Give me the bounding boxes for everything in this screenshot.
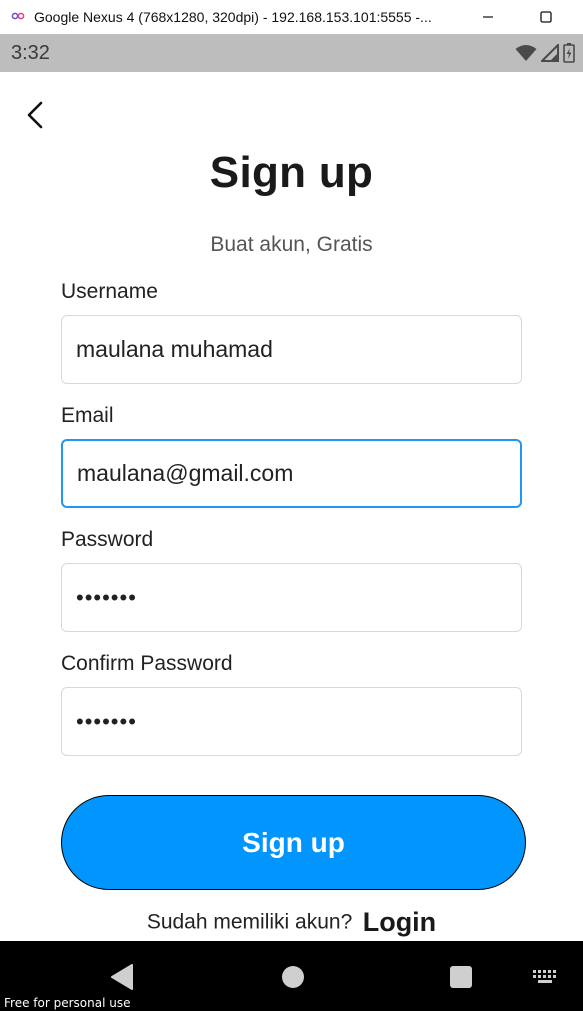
maximize-button[interactable] — [535, 6, 557, 28]
sign-up-button[interactable]: Sign up — [61, 795, 526, 890]
email-label: Email — [61, 404, 114, 427]
circle-home-icon — [282, 966, 304, 988]
password-label: Password — [61, 528, 154, 551]
login-link[interactable]: Login — [363, 907, 436, 937]
page-title: Sign up — [209, 148, 374, 197]
watermark-text: Free for personal use — [4, 996, 131, 1010]
login-question: Sudah memiliki akun? — [146, 910, 353, 934]
minimize-button[interactable] — [477, 6, 499, 28]
password-field[interactable] — [61, 563, 522, 632]
nav-recents-button[interactable] — [447, 963, 475, 991]
username-field[interactable] — [61, 315, 522, 384]
login-prompt: Sudah memiliki akun? Login — [0, 907, 583, 938]
emulator-frame: Google Nexus 4 (768x1280, 320dpi) - 192.… — [0, 0, 583, 1011]
status-time: 3:32 — [11, 42, 50, 64]
battery-charging-icon — [563, 43, 575, 63]
window-title: Google Nexus 4 (768x1280, 320dpi) - 192.… — [34, 9, 432, 25]
confirm-password-label: Confirm Password — [61, 652, 233, 675]
status-icons — [515, 43, 575, 63]
email-field[interactable] — [61, 439, 522, 508]
status-bar: 3:32 — [0, 34, 583, 72]
username-label: Username — [61, 280, 158, 303]
confirm-password-field[interactable] — [61, 687, 522, 756]
infinity-icon — [11, 12, 25, 20]
maximize-icon — [540, 11, 552, 23]
navigation-bar: Free for personal use — [0, 941, 583, 1011]
window-titlebar: Google Nexus 4 (768x1280, 320dpi) - 192.… — [0, 0, 583, 34]
wifi-icon — [515, 45, 537, 61]
keyboard-button[interactable] — [531, 963, 559, 991]
chevron-left-icon — [27, 101, 43, 129]
square-recents-icon — [450, 966, 472, 988]
minimize-icon — [483, 16, 493, 18]
nav-back-button[interactable] — [108, 963, 136, 991]
triangle-back-icon — [111, 964, 133, 990]
cell-signal-icon — [541, 44, 559, 62]
page-subtitle: Buat akun, Gratis — [210, 233, 373, 256]
back-button[interactable] — [20, 98, 50, 132]
nav-home-button[interactable] — [279, 963, 307, 991]
keyboard-icon — [533, 970, 556, 983]
